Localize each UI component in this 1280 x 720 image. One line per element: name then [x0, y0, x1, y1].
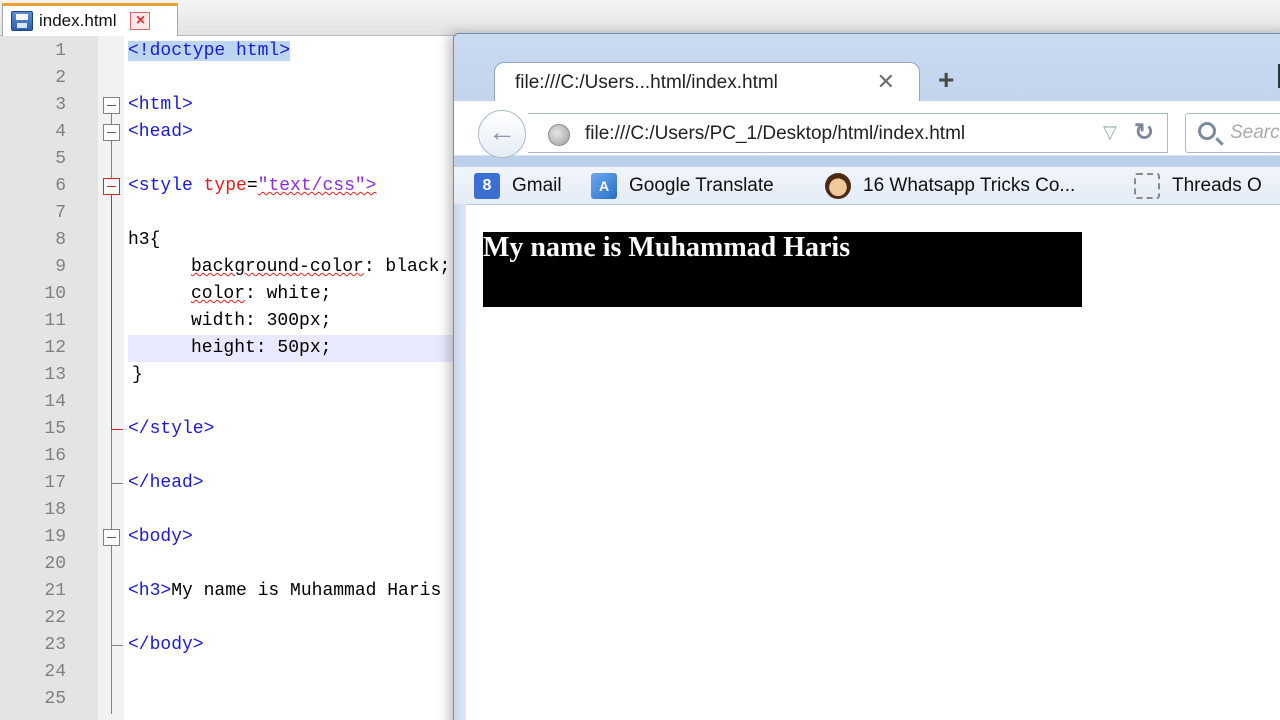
- bookmark-gmail[interactable]: 8 Gmail: [474, 173, 562, 199]
- style-tag-token: <style: [128, 176, 204, 196]
- code-line-13: }: [132, 365, 143, 385]
- editor-tab-index-html[interactable]: index.html ×: [2, 3, 178, 36]
- line-number: 7: [55, 203, 66, 223]
- code-line-4: <head>: [128, 122, 193, 142]
- back-button[interactable]: [478, 110, 526, 158]
- dropdown-arrow-icon[interactable]: ▽: [1103, 122, 1117, 143]
- bookmark-label: 16 Whatsapp Tricks Co...: [863, 175, 1076, 196]
- line-number: 12: [44, 338, 66, 358]
- browser-tab[interactable]: file:///C:/Users...html/index.html ✕: [494, 62, 920, 102]
- line-number: 25: [44, 689, 66, 709]
- line-number: 2: [55, 68, 66, 88]
- doctype-token: <!doctype html>: [128, 41, 291, 61]
- page-viewport[interactable]: My name is Muhammad Haris: [466, 206, 1280, 720]
- search-input[interactable]: Search: [1185, 113, 1280, 153]
- line-number: 14: [44, 392, 66, 412]
- property-token: background-color: [191, 257, 364, 277]
- line-number: 18: [44, 500, 66, 520]
- code-line-10: color: white;: [191, 281, 331, 308]
- line-number: 22: [44, 608, 66, 628]
- close-tab-icon[interactable]: ✕: [877, 69, 895, 95]
- code-line-8: h3{: [128, 230, 161, 250]
- code-line-19: <body>: [128, 527, 193, 547]
- fold-toggle-body-icon[interactable]: [103, 529, 120, 546]
- h3-tag-token: <h3>: [128, 581, 172, 601]
- code-line-9: background-color: black;: [191, 254, 450, 281]
- property-token: color: [191, 284, 246, 304]
- browser-window: file:///C:/Users...html/index.html ✕ + f…: [453, 33, 1280, 720]
- close-tab-icon[interactable]: ×: [130, 12, 151, 30]
- fold-toggle-html-icon[interactable]: [103, 97, 120, 114]
- line-number: 9: [55, 257, 66, 277]
- browser-side-border: [454, 204, 466, 720]
- line-number: 4: [55, 122, 66, 142]
- code-line-21: <h3>My name is Muhammad Haris: [128, 578, 441, 605]
- url-text[interactable]: file:///C:/Users/PC_1/Desktop/html/index…: [585, 123, 965, 145]
- bookmarks-toolbar: 8 Gmail A Google Translate 16 Whatsapp T…: [454, 167, 1280, 205]
- navigation-toolbar: file:///C:/Users/PC_1/Desktop/html/index…: [454, 101, 1280, 158]
- line-number: 10: [44, 284, 66, 304]
- line-number: 11: [44, 311, 66, 331]
- line-number: 23: [44, 635, 66, 655]
- value-token: : black;: [363, 257, 451, 277]
- address-bar[interactable]: file:///C:/Users/PC_1/Desktop/html/index…: [528, 113, 1168, 153]
- line-number: 1: [55, 41, 66, 61]
- fold-toggle-head-icon[interactable]: [103, 124, 120, 141]
- fold-end-body: [111, 645, 123, 646]
- line-number: 24: [44, 662, 66, 682]
- fold-toggle-style-icon[interactable]: [103, 178, 120, 195]
- editor-tab-bar: index.html ×: [0, 0, 1280, 36]
- browser-tab-title: file:///C:/Users...html/index.html: [515, 71, 778, 93]
- bookmark-google-translate[interactable]: A Google Translate: [591, 173, 774, 199]
- file-saved-icon: [11, 11, 33, 31]
- threads-page-icon: [1134, 173, 1160, 199]
- line-number: 16: [44, 446, 66, 466]
- gmail-icon: 8: [474, 173, 500, 199]
- line-number: 5: [55, 149, 66, 169]
- code-line-1: <!doctype html>: [128, 38, 291, 65]
- code-line-12: height: 50px;: [191, 338, 332, 358]
- reload-icon[interactable]: ↻: [1134, 118, 1154, 147]
- line-number: 6: [55, 176, 66, 196]
- code-line-6: <style type="text/css">: [128, 173, 376, 200]
- globe-icon: [548, 124, 570, 146]
- bookmark-label: Google Translate: [629, 175, 774, 196]
- type-value-token: "text/css">: [257, 176, 377, 196]
- fold-guide-style: [111, 194, 112, 429]
- bookmark-threads[interactable]: Threads O: [1134, 173, 1262, 199]
- code-line-11: width: 300px;: [191, 311, 332, 331]
- equals-token: =: [246, 176, 258, 196]
- code-line-3: <html>: [128, 95, 193, 115]
- fold-end-head: [111, 483, 123, 484]
- translate-icon: A: [591, 173, 617, 199]
- bookmark-whatsapp-tricks[interactable]: 16 Whatsapp Tricks Co...: [825, 173, 1075, 199]
- rendered-h3-heading: My name is Muhammad Haris: [483, 232, 1082, 307]
- search-icon: [1198, 122, 1216, 140]
- search-placeholder: Search: [1230, 122, 1280, 143]
- code-line-17: </head>: [128, 473, 204, 493]
- h3-text-token: My name is Muhammad Haris: [171, 581, 442, 601]
- whatsapp-face-icon: [825, 173, 851, 199]
- line-number: 15: [44, 419, 66, 439]
- type-attr-token: type: [203, 176, 247, 196]
- editor-tab-label: index.html: [39, 11, 117, 30]
- fold-end-style: [111, 429, 123, 430]
- code-line-15: </style>: [128, 419, 215, 439]
- line-number: 17: [44, 473, 66, 493]
- line-number: 21: [44, 581, 66, 601]
- line-number: 8: [55, 230, 66, 250]
- value-token: : white;: [245, 284, 332, 304]
- new-tab-button[interactable]: +: [938, 64, 954, 96]
- line-number: 19: [44, 527, 66, 547]
- bookmark-label: Gmail: [512, 175, 562, 196]
- bookmark-label: Threads O: [1172, 175, 1262, 196]
- code-line-23: </body>: [128, 635, 204, 655]
- line-number: 3: [55, 95, 66, 115]
- line-number: 20: [44, 554, 66, 574]
- line-number: 13: [44, 365, 66, 385]
